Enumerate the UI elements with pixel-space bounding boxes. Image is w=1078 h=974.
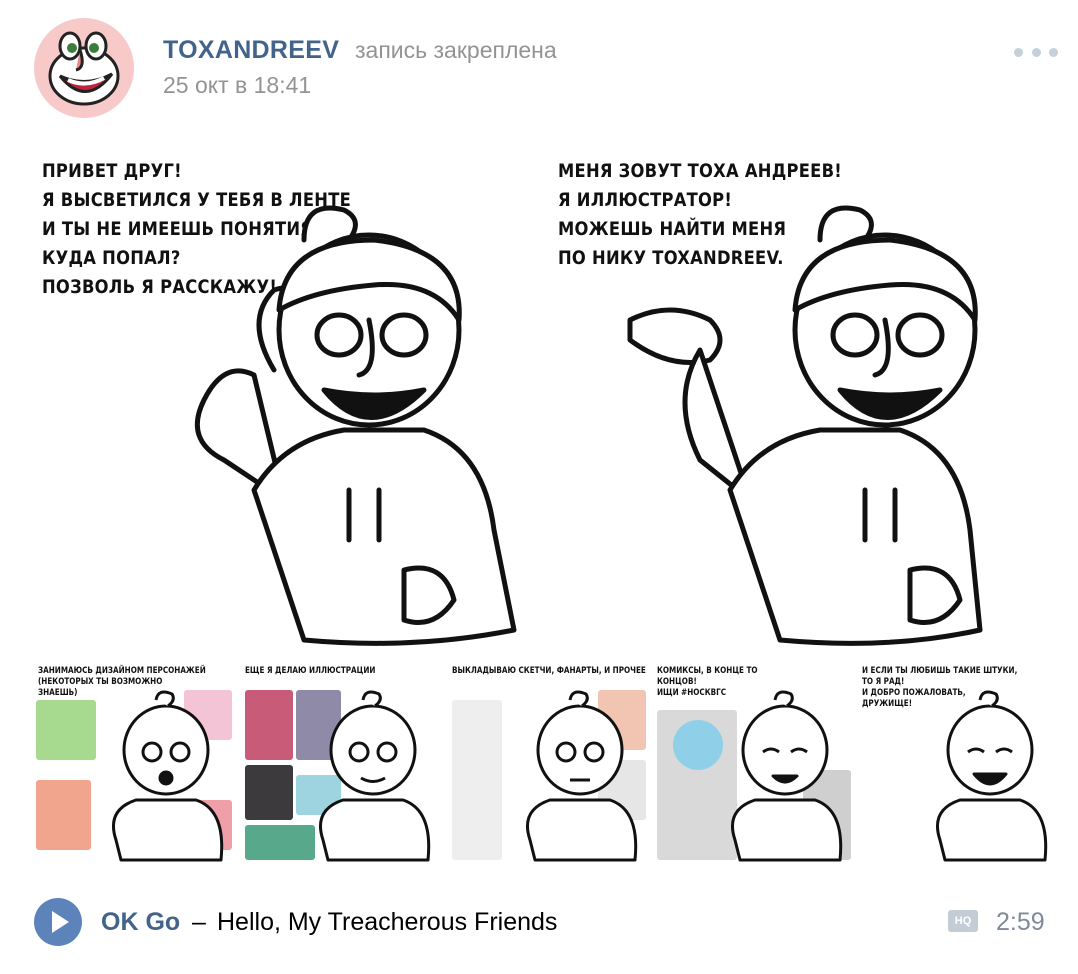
- pinned-label: запись закреплена: [355, 37, 557, 63]
- audio-artist-link[interactable]: OK Go: [101, 908, 180, 937]
- thumb-caption: ЕЩЕ Я ДЕЛАЮ ИЛЛЮСТРАЦИИ: [245, 666, 376, 676]
- character-illustration-icon: [627, 205, 983, 646]
- character-illustration-icon: [936, 690, 1048, 862]
- audio-attachment[interactable]: OK Go – Hello, My Treacherous Friends HQ…: [34, 898, 1060, 948]
- audio-separator: –: [192, 908, 206, 936]
- post-thumb-4[interactable]: КОМИКСЫ, В КОНЦЕ ТО КОНЦОВ! ИЩИ #НОСКВГС: [653, 660, 853, 862]
- post-image-1[interactable]: ПРИВЕТ ДРУГ! Я ВЫСВЕТИЛСЯ У ТЕБЯ В ЛЕНТЕ…: [34, 140, 546, 650]
- cartoon-face-avatar-icon: [48, 31, 120, 106]
- character-illustration-icon: [319, 690, 431, 862]
- audio-duration: 2:59: [996, 908, 1045, 936]
- audio-title: Hello, My Treacherous Friends: [217, 908, 558, 936]
- hq-badge: HQ: [948, 910, 978, 932]
- thumb-artwork: [36, 700, 96, 760]
- more-dots-icon[interactable]: [1014, 40, 1058, 64]
- post-thumb-2[interactable]: ЕЩЕ Я ДЕЛАЮ ИЛЛЮСТРАЦИИ: [241, 660, 441, 862]
- thumb-artwork: [452, 700, 502, 860]
- thumb-caption: ВЫКЛАДЫВАЮ СКЕТЧИ, ФАНАРТЫ, И ПРОЧЕЕ: [452, 666, 646, 676]
- post-thumb-3[interactable]: ВЫКЛАДЫВАЮ СКЕТЧИ, ФАНАРТЫ, И ПРОЧЕЕ: [448, 660, 648, 862]
- wall-post: TOXANDREEV запись закреплена 25 окт в 18…: [0, 0, 1078, 974]
- thumb-artwork: [245, 690, 293, 760]
- character-illustration-icon: [731, 690, 843, 862]
- thumb-artwork: [245, 765, 293, 820]
- post-thumb-5[interactable]: И ЕСЛИ ТЫ ЛЮБИШЬ ТАКИЕ ШТУКИ, ТО Я РАД! …: [858, 660, 1058, 862]
- author-name-link[interactable]: TOXANDREEV: [163, 36, 339, 65]
- post-date-link[interactable]: 25 окт в 18:41: [163, 72, 311, 99]
- post-thumb-1[interactable]: ЗАНИМАЮСЬ ДИЗАЙНОМ ПЕРСОНАЖЕЙ (НЕКОТОРЫХ…: [34, 660, 234, 862]
- author-avatar[interactable]: [34, 18, 134, 118]
- character-illustration-icon: [526, 690, 638, 862]
- character-illustration-icon: [194, 205, 517, 646]
- play-icon[interactable]: [34, 898, 82, 946]
- post-image-2[interactable]: МЕНЯ ЗОВУТ ТОХА АНДРЕЕВ! Я ИЛЛЮСТРАТОР! …: [550, 140, 1062, 650]
- character-illustration-icon: [112, 690, 224, 862]
- thumb-artwork: [36, 780, 91, 850]
